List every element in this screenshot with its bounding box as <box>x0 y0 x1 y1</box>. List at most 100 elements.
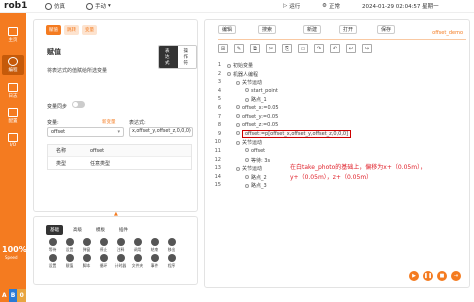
line-number: 6 <box>217 104 221 111</box>
command-item[interactable]: 文件夹 <box>129 254 146 270</box>
command-item[interactable]: 等待 <box>44 238 61 254</box>
node-icon <box>236 140 240 145</box>
open-button[interactable]: 打开 <box>339 25 358 34</box>
sim-mode-button[interactable]: 仿真 <box>45 2 65 10</box>
command-item[interactable]: 赋值 <box>61 254 78 270</box>
key-0-button[interactable]: 0 <box>17 289 27 302</box>
tree-line[interactable]: 3 关节运动 <box>211 79 466 88</box>
command-icon <box>65 254 74 262</box>
command-item[interactable]: 结束 <box>146 238 163 254</box>
key-a-button[interactable]: A <box>0 289 9 302</box>
pause-button[interactable]: ❚❚ <box>423 271 433 281</box>
command-label: 结束 <box>150 247 159 252</box>
command-item[interactable]: 事件 <box>146 254 163 270</box>
command-item[interactable]: 移出 <box>163 238 180 254</box>
save-button[interactable]: 保存 <box>377 25 396 34</box>
annotation-text: 在白take_photo的基础上，偏移为x+（0.05m），y+（0.05m），… <box>290 164 427 181</box>
command-item[interactable]: 设置 <box>44 254 61 270</box>
top-bar: rob1 仿真 手动 ▾ ▷ 运行 ⚙ 正常 2024-01-29 02:04:57 … <box>0 0 474 13</box>
command-icon <box>116 238 125 246</box>
command-tabs: 基础 高级 模板 插件 <box>46 225 132 235</box>
sidebar-item-config[interactable]: 配置 <box>2 106 24 126</box>
run-label: 运行 <box>289 4 301 10</box>
step-button[interactable]: ⇥ <box>451 271 461 281</box>
status-label: 正常 <box>328 4 340 10</box>
tab-jump[interactable]: 跳转 <box>64 25 79 35</box>
expression-field[interactable]: x,offset_y,offset_z,0,0,0) <box>129 127 193 137</box>
sidebar-item-home[interactable]: 主页 <box>2 25 24 45</box>
sidebar-item-log[interactable]: 日志 <box>2 81 24 101</box>
edit-toolbar: ⊞ ✎ ⧉ ✂ ⎘ ▭ ↷ ↶ ↩ ↪ <box>218 44 372 53</box>
command-label: 文件夹 <box>131 263 144 268</box>
command-label: 脚本 <box>82 263 91 268</box>
copy-icon[interactable]: ⧉ <box>250 44 260 53</box>
move-up-icon[interactable]: ↩ <box>346 44 356 53</box>
new-button[interactable]: 新建 <box>303 25 322 34</box>
run-icon: ▷ <box>283 3 288 9</box>
cut-icon[interactable]: ✂ <box>266 44 276 53</box>
variable-table: 名称 offset 类型 任意类型 <box>47 144 192 170</box>
undo-icon[interactable]: ↶ <box>330 44 340 53</box>
tab-plugin[interactable]: 插件 <box>115 225 132 235</box>
line-text: start_point <box>251 87 278 94</box>
tree-line[interactable]: 9 offset:=p[offset_x,offset_y,offset_z,0,… <box>211 129 466 140</box>
tab-operator[interactable]: 操作符 <box>177 46 196 68</box>
tree-line[interactable]: 11 offset <box>211 148 466 157</box>
sidebar-item-io[interactable]: I/O <box>2 131 24 151</box>
run-button[interactable]: ▷ 运行 <box>283 2 300 10</box>
tab-variable[interactable]: 变量 <box>82 25 97 35</box>
tab-basic[interactable]: 基础 <box>46 225 63 235</box>
command-item[interactable]: 停止 <box>95 238 112 254</box>
sidebar-item-program[interactable]: 编程 <box>2 55 24 75</box>
search-button[interactable]: 搜索 <box>258 25 277 34</box>
redo-icon[interactable]: ↷ <box>314 44 324 53</box>
expression-label: 表达式: <box>129 120 146 126</box>
stop-button[interactable]: ■ <box>437 271 447 281</box>
tree-line[interactable]: 1 初始变量 <box>211 62 466 71</box>
node-icon <box>236 122 240 127</box>
tree-line[interactable]: 5 路点_1 <box>211 96 466 105</box>
command-item[interactable]: 计时器 <box>112 254 129 270</box>
variable-select[interactable]: offset ▾ <box>47 127 124 137</box>
tree-line[interactable]: 15 路点_3 <box>211 182 466 191</box>
paste-icon[interactable]: ⎘ <box>282 44 292 53</box>
tree-line[interactable]: 6 offset_x:=0.05 <box>211 105 466 114</box>
command-item[interactable]: 脚本 <box>78 254 95 270</box>
tab-expression[interactable]: 表达式 <box>159 46 178 68</box>
tree-line[interactable]: 10 关节运动 <box>211 139 466 148</box>
hint-text: 将表达式的值赋给所选变量 <box>47 68 108 74</box>
tree-line[interactable]: 2 机器人编程 <box>211 71 466 80</box>
tree-line[interactable]: 7 offset_y:=0.05 <box>211 114 466 123</box>
command-item[interactable]: 调用 <box>129 238 146 254</box>
table-cell: 任意类型 <box>90 160 111 167</box>
command-item[interactable]: 设置 <box>61 238 78 254</box>
key-b-button[interactable]: B <box>8 289 18 302</box>
tab-template[interactable]: 模板 <box>92 225 109 235</box>
edit-icon[interactable]: ✎ <box>234 44 244 53</box>
select-icon[interactable]: ⊞ <box>218 44 228 53</box>
datetime: 2024-01-29 02:04:57 星期一 <box>362 4 439 10</box>
command-item[interactable]: 注释 <box>112 238 129 254</box>
manual-mode-dropdown[interactable]: 手动 ▾ <box>86 2 111 10</box>
command-item[interactable]: 程序 <box>163 254 180 270</box>
command-item[interactable]: 弹窗 <box>78 238 95 254</box>
new-variable-link[interactable]: 新变量 <box>102 119 116 125</box>
sync-toggle[interactable] <box>72 101 85 108</box>
delete-icon[interactable]: ▭ <box>298 44 308 53</box>
node-icon <box>227 72 231 77</box>
manual-label: 手动 <box>95 4 107 10</box>
edit-button[interactable]: 编辑 <box>218 25 237 34</box>
tab-assign[interactable]: 赋值 <box>46 25 61 35</box>
line-text: offset:=p[offset_x,offset_y,offset_z,0,0… <box>242 129 352 138</box>
manual-icon <box>86 2 93 10</box>
move-down-icon[interactable]: ↪ <box>362 44 372 53</box>
command-item[interactable]: 循环 <box>95 254 112 270</box>
tab-advanced[interactable]: 高级 <box>69 225 86 235</box>
tree-line[interactable]: 4 start_point <box>211 88 466 97</box>
sim-label: 仿真 <box>54 4 66 10</box>
line-number: 4 <box>217 87 221 94</box>
node-icon <box>245 183 249 188</box>
play-button[interactable]: ▶ <box>409 271 419 281</box>
node-icon <box>236 80 240 85</box>
command-icon <box>167 254 176 262</box>
